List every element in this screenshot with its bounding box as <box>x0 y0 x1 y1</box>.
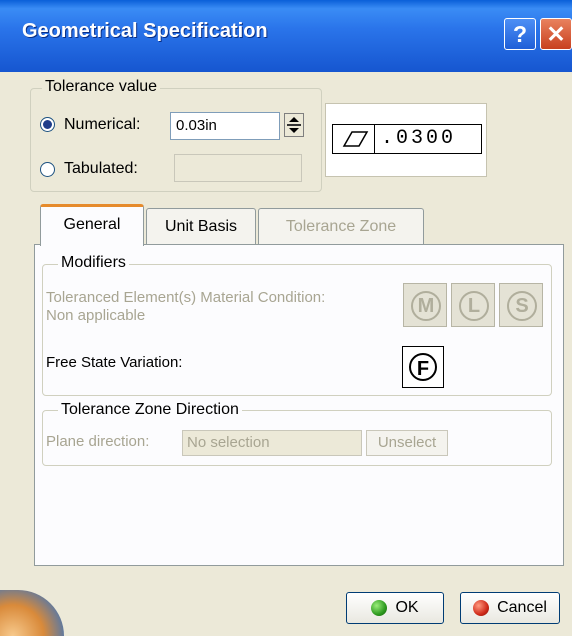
lmc-button[interactable]: L <box>451 283 495 327</box>
tabulated-select[interactable] <box>174 154 302 182</box>
plane-direction-field[interactable]: No selection <box>182 430 362 456</box>
flatness-icon <box>333 125 375 153</box>
ok-icon <box>371 599 388 616</box>
corner-logo-icon <box>0 590 64 636</box>
tabulated-radio[interactable] <box>40 162 55 177</box>
free-state-button[interactable]: F <box>402 346 444 388</box>
help-button[interactable]: ? <box>504 18 536 50</box>
tolerance-value-legend: Tolerance value <box>42 78 161 96</box>
zone-direction-legend: Tolerance Zone Direction <box>58 401 242 419</box>
material-condition-label: Toleranced Element(s) Material Condition… <box>46 289 326 306</box>
ok-button[interactable]: OK <box>346 592 444 624</box>
cancel-icon <box>473 599 490 616</box>
free-state-label: Free State Variation: <box>46 354 183 371</box>
modifiers-legend: Modifiers <box>58 254 129 272</box>
tabulated-label: Tabulated: <box>64 160 138 177</box>
unselect-button[interactable]: Unselect <box>366 430 448 456</box>
lmc-icon: L <box>459 291 489 321</box>
numerical-label: Numerical: <box>64 116 141 133</box>
cancel-label: Cancel <box>497 599 547 616</box>
rfs-button[interactable]: S <box>499 283 543 327</box>
feature-control-frame: .0300 <box>332 124 482 154</box>
spinner-arrows-icon <box>287 117 301 133</box>
mmc-button[interactable]: M <box>403 283 447 327</box>
plane-direction-label: Plane direction: <box>46 433 150 450</box>
free-state-icon: F <box>409 353 437 381</box>
numerical-spinner[interactable] <box>284 113 304 137</box>
cancel-button[interactable]: Cancel <box>460 592 560 624</box>
window-title: Geometrical Specification <box>22 20 268 42</box>
radio-selected-dot <box>43 120 52 129</box>
close-button[interactable]: ✕ <box>540 18 572 50</box>
mmc-icon: M <box>411 291 441 321</box>
tab-general[interactable]: General <box>40 204 144 246</box>
rfs-icon: S <box>507 291 537 321</box>
tab-tolerance-zone[interactable]: Tolerance Zone <box>258 208 424 246</box>
numerical-radio[interactable] <box>40 117 55 132</box>
tab-unit-basis[interactable]: Unit Basis <box>146 208 256 246</box>
numerical-input[interactable]: 0.03in <box>170 112 280 140</box>
material-condition-value: Non applicable <box>46 307 146 324</box>
ok-label: OK <box>395 599 419 616</box>
preview-value: .0300 <box>381 127 457 150</box>
